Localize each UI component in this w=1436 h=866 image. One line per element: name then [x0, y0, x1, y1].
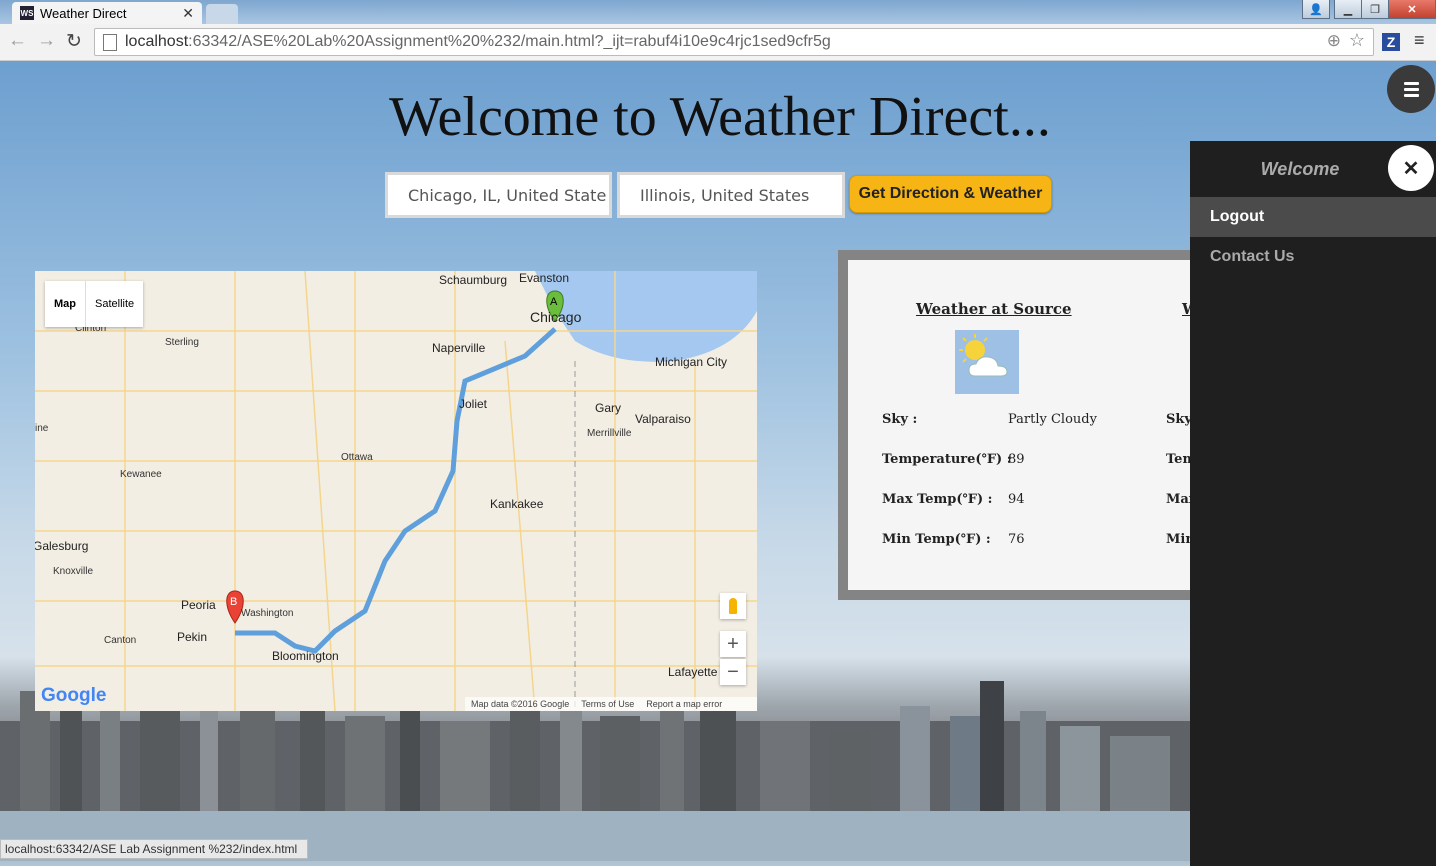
dest-temperature-label: Tem	[1166, 452, 1190, 467]
map-city-label: Pekin	[177, 630, 208, 644]
report-map-error-link[interactable]: Report a map error	[646, 699, 722, 709]
map-city-label: Washington	[241, 608, 294, 619]
map-data-credit: Map data ©2016 Google	[471, 699, 570, 709]
route-map[interactable]: A B Schaumburg Evanston Chicago Clinton …	[35, 271, 757, 711]
source-input[interactable]	[385, 172, 612, 218]
map-city-label: Kewanee	[120, 469, 162, 480]
terms-of-use-link[interactable]: Terms of Use	[581, 699, 634, 709]
browser-toolbar: ← → ↻ localhost:63342/ASE%20Lab%20Assign…	[0, 24, 1436, 61]
weather-panel: Weather at Source W Sky : Partly Cloudy …	[838, 250, 1190, 600]
user-icon[interactable]: 👤	[1302, 0, 1330, 19]
sky-label: Sky :	[882, 412, 918, 427]
map-type-satellite-button[interactable]: Satellite	[86, 281, 143, 327]
chrome-menu-icon[interactable]: ≡	[1414, 30, 1425, 51]
map-city-label: Gary	[595, 401, 622, 415]
min-temp-value: 76	[1008, 532, 1025, 547]
tab-title: Weather Direct	[40, 5, 127, 21]
map-city-label: Naperville	[432, 341, 486, 355]
map-type-map-button[interactable]: Map	[45, 281, 86, 327]
favicon-icon: WS	[20, 6, 34, 20]
dest-sky-label: Sky	[1166, 412, 1190, 427]
side-menu: Welcome ✕ Logout Contact Us	[1190, 141, 1436, 866]
google-logo: Google	[41, 685, 107, 706]
side-menu-welcome: Welcome	[1260, 158, 1340, 179]
hamburger-icon[interactable]	[1387, 65, 1435, 113]
street-view-pegman-icon[interactable]	[720, 593, 746, 619]
min-temp-label: Min Temp(℉) :	[882, 532, 991, 547]
destination-input[interactable]	[617, 172, 845, 218]
window-close-icon[interactable]: ✕	[1388, 0, 1436, 19]
logout-menu-item[interactable]: Logout	[1190, 197, 1436, 237]
map-type-control: Map Satellite	[45, 281, 144, 327]
back-icon[interactable]: ←	[8, 30, 27, 52]
svg-text:B: B	[230, 596, 237, 608]
map-city-label: Evanston	[519, 271, 570, 285]
dest-min-temp-label: Min	[1166, 532, 1190, 547]
browser-titlebar: WS Weather Direct ✕ 👤 ▁ ❐ ✕	[0, 0, 1436, 24]
weather-destination-heading: W	[1182, 300, 1190, 318]
new-tab-button[interactable]	[206, 4, 238, 24]
map-footer: Map data ©2016 Google Terms of Use Repor…	[465, 697, 757, 711]
page-title: Welcome to Weather Direct...	[389, 86, 1051, 148]
map-city-label: Ottawa	[341, 452, 373, 463]
weather-panel-inner: Weather at Source W Sky : Partly Cloudy …	[848, 260, 1190, 590]
contact-us-menu-item[interactable]: Contact Us	[1190, 237, 1436, 277]
address-bar[interactable]: localhost:63342/ASE%20Lab%20Assignment%2…	[94, 28, 1374, 56]
url-path: :63342/ASE%20Lab%20Assignment%20%232/mai…	[188, 33, 831, 50]
map-city-label: Knoxville	[53, 566, 94, 577]
location-icon[interactable]: ⊕	[1327, 31, 1341, 51]
maximize-icon[interactable]: ❐	[1361, 0, 1389, 19]
minimize-icon[interactable]: ▁	[1334, 0, 1362, 19]
max-temp-label: Max Temp(℉) :	[882, 492, 993, 507]
map-city-label: Bloomington	[272, 649, 339, 663]
map-city-label: Kankakee	[490, 497, 544, 511]
map-city-label: Galesburg	[35, 539, 89, 553]
reload-icon[interactable]: ↻	[66, 30, 82, 53]
weather-source-heading: Weather at Source	[916, 300, 1072, 318]
dest-max-temp-label: Max	[1166, 492, 1190, 507]
bookmark-star-icon[interactable]: ☆	[1349, 30, 1365, 51]
zoom-out-button[interactable]: −	[720, 659, 746, 685]
svg-text:A: A	[550, 296, 558, 308]
map-city-label: ine	[35, 423, 49, 434]
status-bar: localhost:63342/ASE Lab Assignment %232/…	[0, 839, 308, 859]
extension-z-icon[interactable]: Z	[1382, 33, 1400, 51]
map-city-label: Valparaiso	[635, 412, 691, 426]
close-icon[interactable]: ✕	[1388, 145, 1434, 191]
map-city-label: Peoria	[181, 598, 216, 612]
partly-cloudy-icon	[955, 330, 1019, 394]
map-city-label: Canton	[104, 635, 137, 646]
forward-icon[interactable]: →	[37, 30, 56, 52]
map-canvas: A B	[35, 271, 757, 711]
map-city-label: Sterling	[165, 337, 199, 348]
route-line	[235, 327, 557, 654]
map-city-label: Merrillville	[587, 428, 632, 439]
map-city-label: Schaumburg	[439, 273, 508, 287]
temperature-value: 89	[1008, 452, 1025, 467]
page-icon	[103, 33, 117, 51]
sky-value: Partly Cloudy	[1008, 412, 1097, 427]
temperature-label: Temperature(℉) :	[882, 452, 1012, 467]
page-body: Welcome to Weather Direct... Get Directi…	[0, 61, 1436, 866]
zoom-in-button[interactable]: +	[720, 631, 746, 657]
map-city-label: Lafayette	[668, 665, 718, 679]
url-host: localhost	[125, 33, 189, 50]
tab-close-icon[interactable]: ✕	[182, 5, 194, 22]
map-city-label: Joliet	[459, 397, 488, 411]
max-temp-value: 94	[1008, 492, 1025, 507]
map-city-label: Chicago	[530, 309, 582, 325]
browser-tab[interactable]: WS Weather Direct ✕	[12, 2, 202, 24]
get-direction-weather-button[interactable]: Get Direction & Weather	[849, 175, 1052, 213]
map-city-label: Michigan City	[655, 355, 728, 369]
